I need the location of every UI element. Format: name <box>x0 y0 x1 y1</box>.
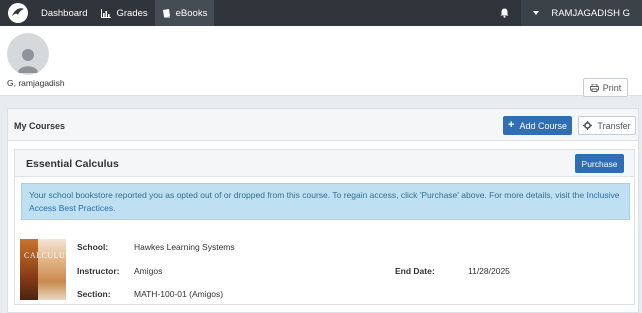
course-title[interactable]: Essential Calculus <box>26 158 119 170</box>
book-cover-text: CALCULUS <box>24 251 71 260</box>
bar-chart-icon <box>101 8 112 18</box>
my-courses-panel: My Courses + Add Course Transfer Essenti… <box>7 108 639 313</box>
user-silhouette-icon <box>18 49 38 73</box>
transfer-button[interactable]: Transfer <box>578 116 636 135</box>
nav-dashboard[interactable]: Dashboard <box>34 0 94 26</box>
school-value: Hawkes Learning Systems <box>134 242 235 252</box>
school-label: School: <box>77 242 109 252</box>
nav-item-label: Dashboard <box>41 7 88 19</box>
purchase-button[interactable]: Purchase <box>575 154 624 173</box>
my-courses-title: My Courses <box>14 121 66 131</box>
opt-out-alert: Your school bookstore reported you as op… <box>21 183 630 220</box>
print-label: Print <box>602 82 622 93</box>
profile-section: G, ramjagadish Print <box>0 26 642 97</box>
section-value: MATH-100-01 (Amigos) <box>134 289 224 299</box>
gear-icon <box>583 121 593 130</box>
instructor-label: Instructor: <box>77 266 120 276</box>
top-navbar: Dashboard Grades eBooks RAMJAGADISH G <box>0 0 642 26</box>
printer-icon <box>589 83 599 92</box>
caret-down-icon <box>533 11 540 15</box>
nav-ebooks[interactable]: eBooks <box>154 0 215 26</box>
my-courses-header: My Courses + Add Course Transfer <box>8 109 638 141</box>
book-spine <box>20 239 38 300</box>
section-label: Section: <box>77 289 111 299</box>
nav-right-group: RAMJAGADISH G <box>493 0 642 26</box>
nav-item-label: eBooks <box>175 7 208 19</box>
nav-item-label: Grades <box>116 7 148 19</box>
end-date-label: End Date: <box>395 266 435 276</box>
user-menu-button[interactable]: RAMJAGADISH G <box>521 0 642 26</box>
profile-name: G, ramjagadish <box>7 78 65 88</box>
notifications-button[interactable] <box>493 0 515 26</box>
course-card: Essential Calculus Purchase Your school … <box>14 149 635 305</box>
book-icon <box>162 8 170 17</box>
book-cover-image: CALCULUS <box>20 239 70 300</box>
add-course-button[interactable]: + Add Course <box>503 116 572 135</box>
course-card-header: Essential Calculus Purchase <box>15 150 634 177</box>
transfer-label: Transfer <box>597 120 631 131</box>
instructor-value: Amigos <box>134 266 163 276</box>
end-date-value: 11/28/2025 <box>468 266 510 276</box>
hawkes-logo-icon[interactable] <box>8 3 28 23</box>
avatar <box>7 33 49 75</box>
nav-grades[interactable]: Grades <box>94 0 154 26</box>
alert-end: . <box>113 202 116 213</box>
print-button[interactable]: Print <box>583 78 628 97</box>
bell-icon <box>500 8 509 18</box>
add-course-label: Add Course <box>519 120 567 131</box>
book-front: CALCULUS <box>24 239 70 300</box>
alert-text: Your school bookstore reported you as op… <box>29 190 587 200</box>
plus-icon: + <box>508 119 515 131</box>
user-name: RAMJAGADISH G <box>551 7 630 19</box>
